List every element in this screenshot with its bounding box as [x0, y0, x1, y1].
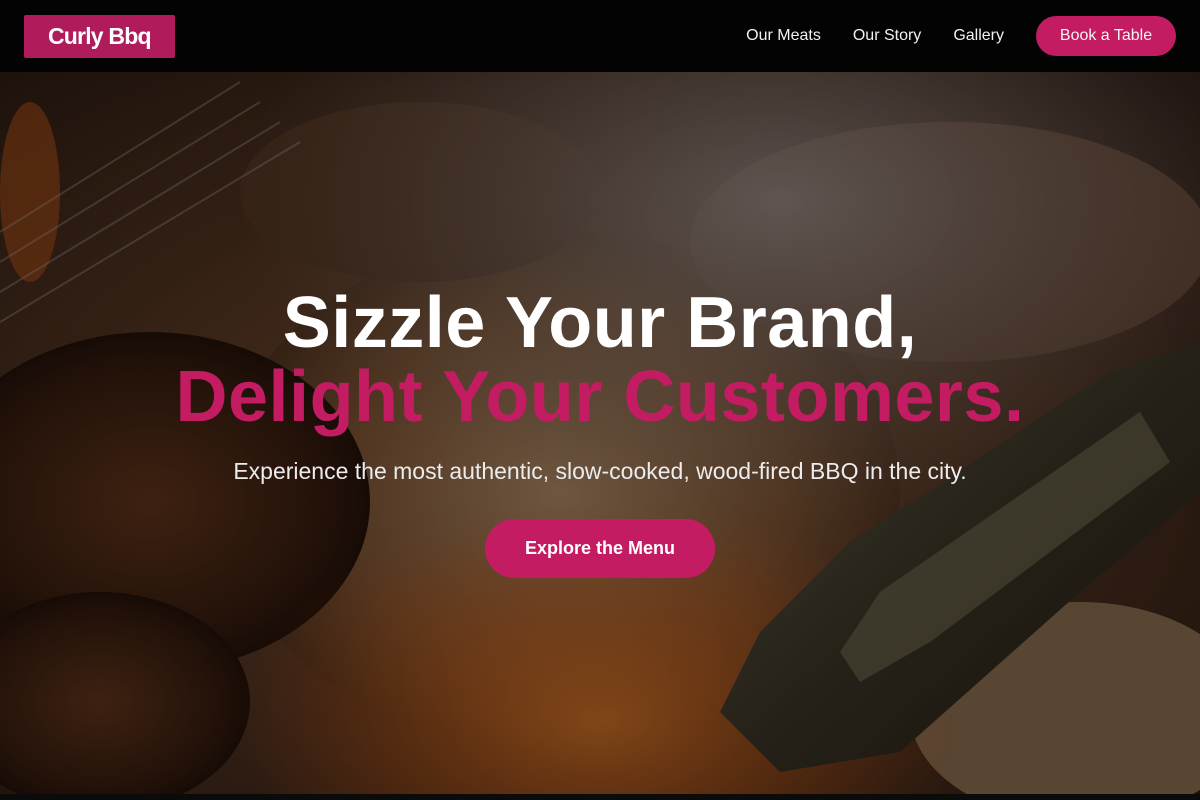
- book-a-table-button[interactable]: Book a Table: [1036, 16, 1176, 56]
- hero-headline-line-1: Sizzle Your Brand,: [282, 283, 918, 363]
- explore-menu-button[interactable]: Explore the Menu: [485, 519, 715, 578]
- hero-subtitle: Experience the most authentic, slow-cook…: [233, 458, 967, 484]
- main-nav: Our Meats Our Story Gallery Book a Table: [746, 16, 1176, 56]
- site-header: Curly Bbq Our Meats Our Story Gallery Bo…: [0, 0, 1200, 72]
- nav-link-gallery[interactable]: Gallery: [953, 27, 1004, 45]
- nav-link-our-meats[interactable]: Our Meats: [746, 27, 821, 45]
- hero-headline-line-2: Delight Your Customers.: [175, 357, 1025, 437]
- hero-content: Sizzle Your Brand, Delight Your Customer…: [0, 72, 1200, 794]
- page-bottom-edge: [0, 794, 1200, 800]
- brand-logo[interactable]: Curly Bbq: [24, 14, 175, 58]
- hero-section: Sizzle Your Brand, Delight Your Customer…: [0, 72, 1200, 794]
- nav-link-our-story[interactable]: Our Story: [853, 27, 921, 45]
